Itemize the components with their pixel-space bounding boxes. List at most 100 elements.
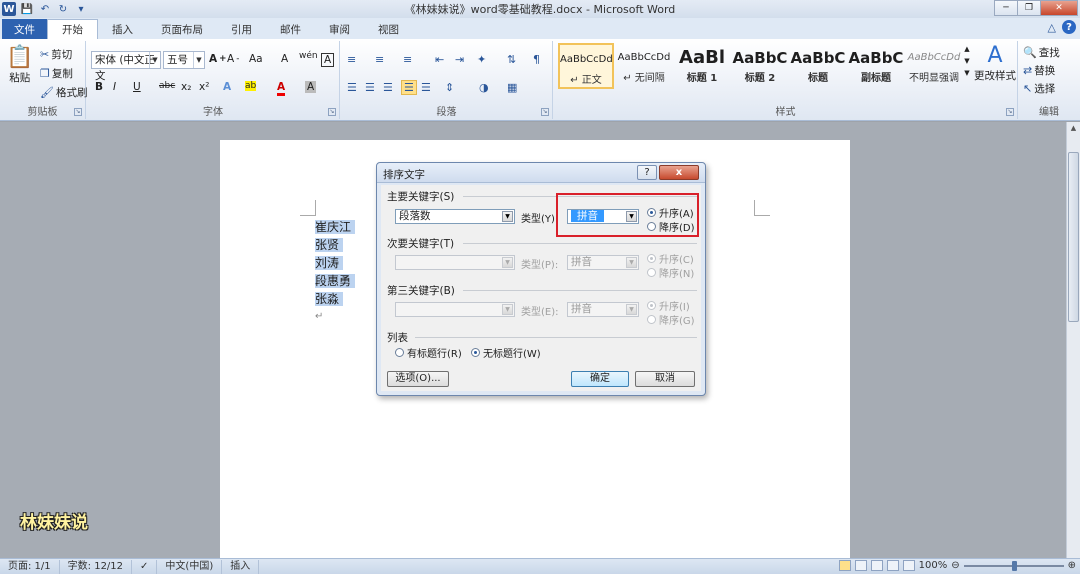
font-launcher[interactable]: ↘ [328, 108, 336, 116]
dialog-close-button[interactable]: x [659, 165, 699, 180]
char-border-button[interactable]: A [321, 53, 335, 67]
align-left-button[interactable]: ☰ [347, 81, 357, 94]
superscript-button[interactable]: x² [199, 81, 209, 93]
outline-view-icon[interactable] [886, 560, 899, 571]
tab-view[interactable]: 视图 [364, 20, 413, 39]
language-status[interactable]: 中文(中国) [157, 559, 223, 574]
draft-view-icon[interactable] [902, 560, 915, 571]
secondary-desc-radio[interactable]: 降序(N) [647, 265, 694, 280]
help-icon[interactable]: ? [1062, 20, 1076, 34]
font-size-combo[interactable]: 五号 ▼ [163, 51, 205, 69]
secondary-asc-radio[interactable]: 升序(C) [647, 251, 694, 266]
highlight-button[interactable]: ab [245, 81, 257, 91]
borders-button[interactable]: ▦ [507, 81, 517, 94]
tertiary-key-combo[interactable]: ▼ [395, 302, 515, 317]
subscript-button[interactable]: x₂ [181, 81, 191, 93]
has-header-radio[interactable]: 有标题行(R) [395, 345, 462, 360]
clipboard-launcher[interactable]: ↘ [74, 108, 82, 116]
gallery-scroll[interactable]: ▲ ▼ ▼ [962, 45, 972, 77]
chevron-up-icon[interactable]: ▲ [964, 45, 969, 53]
tab-review[interactable]: 审阅 [315, 20, 364, 39]
chevron-down-icon[interactable]: ▼ [964, 57, 969, 65]
redo-icon[interactable]: ↻ [56, 2, 70, 16]
multilevel-list-button[interactable]: ≡ [403, 53, 412, 66]
style-subtle-emphasis[interactable]: AaBbCcDd 不明显强调 [906, 43, 962, 89]
align-center-button[interactable]: ☰ [365, 81, 375, 94]
undo-icon[interactable]: ↶ [38, 2, 52, 16]
doc-line[interactable]: 张贤 [315, 236, 355, 254]
text-effect-button[interactable]: A [223, 81, 231, 93]
clear-format-button[interactable]: A [281, 53, 288, 65]
primary-key-combo[interactable]: 段落数 ▼ [395, 209, 515, 224]
style-no-spacing[interactable]: AaBbCcDd ↵ 无间隔 [616, 43, 672, 89]
dialog-help-button[interactable]: ? [637, 165, 657, 180]
italic-button[interactable]: I [113, 81, 116, 93]
style-heading-2[interactable]: AaBbC 标题 2 [732, 43, 788, 89]
doc-line[interactable]: 崔庆江 [315, 218, 356, 236]
decrease-indent-button[interactable]: ⇤ [435, 53, 444, 66]
vertical-scrollbar[interactable]: ▲ [1066, 122, 1080, 558]
zoom-in-icon[interactable]: ⊕ [1068, 560, 1076, 571]
gallery-more-icon[interactable]: ▼ [964, 69, 969, 77]
doc-line[interactable]: 张淼 [315, 290, 355, 308]
options-button[interactable]: 选项(O)... [387, 371, 449, 387]
shrink-font-button[interactable]: A- [227, 53, 239, 65]
minimize-button[interactable]: ─ [994, 0, 1018, 16]
underline-button[interactable]: U [133, 81, 141, 93]
zoom-thumb[interactable] [1011, 560, 1017, 571]
tab-mailings[interactable]: 邮件 [266, 20, 315, 39]
save-icon[interactable]: 💾 [20, 2, 34, 16]
shading-button[interactable]: ◑ [479, 81, 489, 94]
scroll-up-icon[interactable]: ▲ [1067, 122, 1080, 135]
tertiary-desc-radio[interactable]: 降序(G) [647, 312, 695, 327]
cut-button[interactable]: ✂ 剪切 [40, 47, 72, 62]
zoom-level[interactable]: 100% [919, 560, 948, 571]
copy-button[interactable]: ❐ 复制 [40, 66, 73, 81]
justify-button[interactable]: ☰ [401, 80, 417, 95]
styles-launcher[interactable]: ↘ [1006, 108, 1014, 116]
cancel-button[interactable]: 取消 [635, 371, 695, 387]
paste-button[interactable]: 📋 粘贴 [6, 45, 33, 85]
numbering-button[interactable]: ≡ [375, 53, 384, 66]
minimize-ribbon-icon[interactable]: △ [1048, 21, 1056, 34]
format-painter-button[interactable]: 🖌 格式刷 [40, 85, 87, 100]
style-title[interactable]: AaBbC 标题 [790, 43, 846, 89]
show-marks-button[interactable]: ¶ [533, 53, 540, 66]
style-normal[interactable]: AaBbCcDd ↵ 正文 [558, 43, 614, 89]
word-count[interactable]: 字数: 12/12 [60, 559, 133, 574]
doc-line[interactable]: 刘涛 [315, 254, 355, 272]
font-color-button[interactable]: A [277, 81, 286, 96]
chinese-layout-button[interactable]: ✦ [477, 53, 486, 66]
print-layout-view-icon[interactable] [838, 560, 851, 571]
style-subtitle[interactable]: AaBbC 副标题 [848, 43, 904, 89]
word-app-icon[interactable]: W [2, 2, 16, 16]
select-button[interactable]: ↖ 选择 [1023, 81, 1055, 96]
close-window-button[interactable]: ✕ [1040, 0, 1078, 16]
distributed-button[interactable]: ☰ [421, 81, 431, 94]
sort-button[interactable]: ⇅ [507, 53, 516, 66]
document-text[interactable]: 崔庆江 张贤 刘涛 段惠勇 张淼 ↵ [315, 218, 356, 326]
find-button[interactable]: 🔍 查找 [1023, 45, 1060, 60]
strikethrough-button[interactable]: abc [159, 81, 175, 91]
web-layout-view-icon[interactable] [870, 560, 883, 571]
char-shading-button[interactable]: A [305, 81, 317, 93]
secondary-key-combo[interactable]: ▼ [395, 255, 515, 270]
bullets-button[interactable]: ≡ [347, 53, 356, 66]
no-header-radio[interactable]: 无标题行(W) [471, 345, 541, 360]
tab-page-layout[interactable]: 页面布局 [147, 20, 217, 39]
grow-font-button[interactable]: A + [209, 53, 226, 65]
change-case-button[interactable]: Aa [249, 53, 263, 65]
customize-qat-icon[interactable]: ▾ [74, 2, 88, 16]
restore-button[interactable]: ❐ [1017, 0, 1041, 16]
zoom-slider[interactable] [963, 560, 1064, 571]
tab-home[interactable]: 开始 [47, 19, 98, 39]
tab-insert[interactable]: 插入 [98, 20, 147, 39]
tertiary-type-combo[interactable]: 拼音 ▼ [567, 302, 639, 317]
tab-references[interactable]: 引用 [217, 20, 266, 39]
insert-mode[interactable]: 插入 [222, 559, 260, 574]
phonetic-guide-button[interactable]: wén [299, 51, 318, 61]
proofing-icon[interactable]: ✓ [132, 559, 158, 574]
paragraph-launcher[interactable]: ↘ [541, 108, 549, 116]
zoom-out-icon[interactable]: ⊖ [951, 560, 959, 571]
bold-button[interactable]: B [95, 81, 103, 93]
